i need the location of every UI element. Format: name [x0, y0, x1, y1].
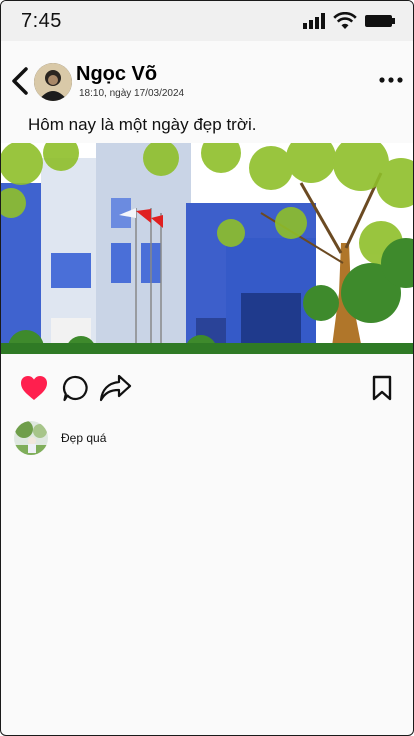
comment-text: Đẹp quá: [61, 431, 107, 445]
phone-frame: 7:45 Ngọc Võ 18:10, ngày 17/03/2024 Hôm …: [0, 0, 414, 736]
status-icons: [303, 12, 395, 30]
bookmark-icon[interactable]: [369, 373, 395, 403]
signal-icon: [303, 13, 325, 29]
post-header: Ngọc Võ 18:10, ngày 17/03/2024: [1, 41, 413, 121]
post-caption: Hôm nay là một ngày đẹp trời.: [28, 115, 257, 134]
post-actions: [1, 373, 413, 405]
heart-icon[interactable]: [19, 373, 49, 403]
chevron-left-icon[interactable]: [9, 66, 31, 96]
author-avatar[interactable]: [34, 63, 72, 101]
battery-icon: [365, 15, 395, 27]
share-icon[interactable]: [99, 373, 133, 403]
more-horizontal-icon[interactable]: [379, 75, 403, 85]
author-name[interactable]: Ngọc Võ: [76, 63, 157, 86]
wifi-icon: [333, 12, 357, 29]
comment-item: Đẹp quá: [14, 421, 106, 455]
status-time: 7:45: [21, 9, 62, 32]
post-photo[interactable]: [1, 143, 413, 354]
status-bar: 7:45: [1, 1, 413, 41]
commenter-avatar[interactable]: [14, 421, 48, 455]
post-timestamp: 18:10, ngày 17/03/2024: [79, 88, 185, 99]
comment-icon[interactable]: [61, 373, 91, 403]
